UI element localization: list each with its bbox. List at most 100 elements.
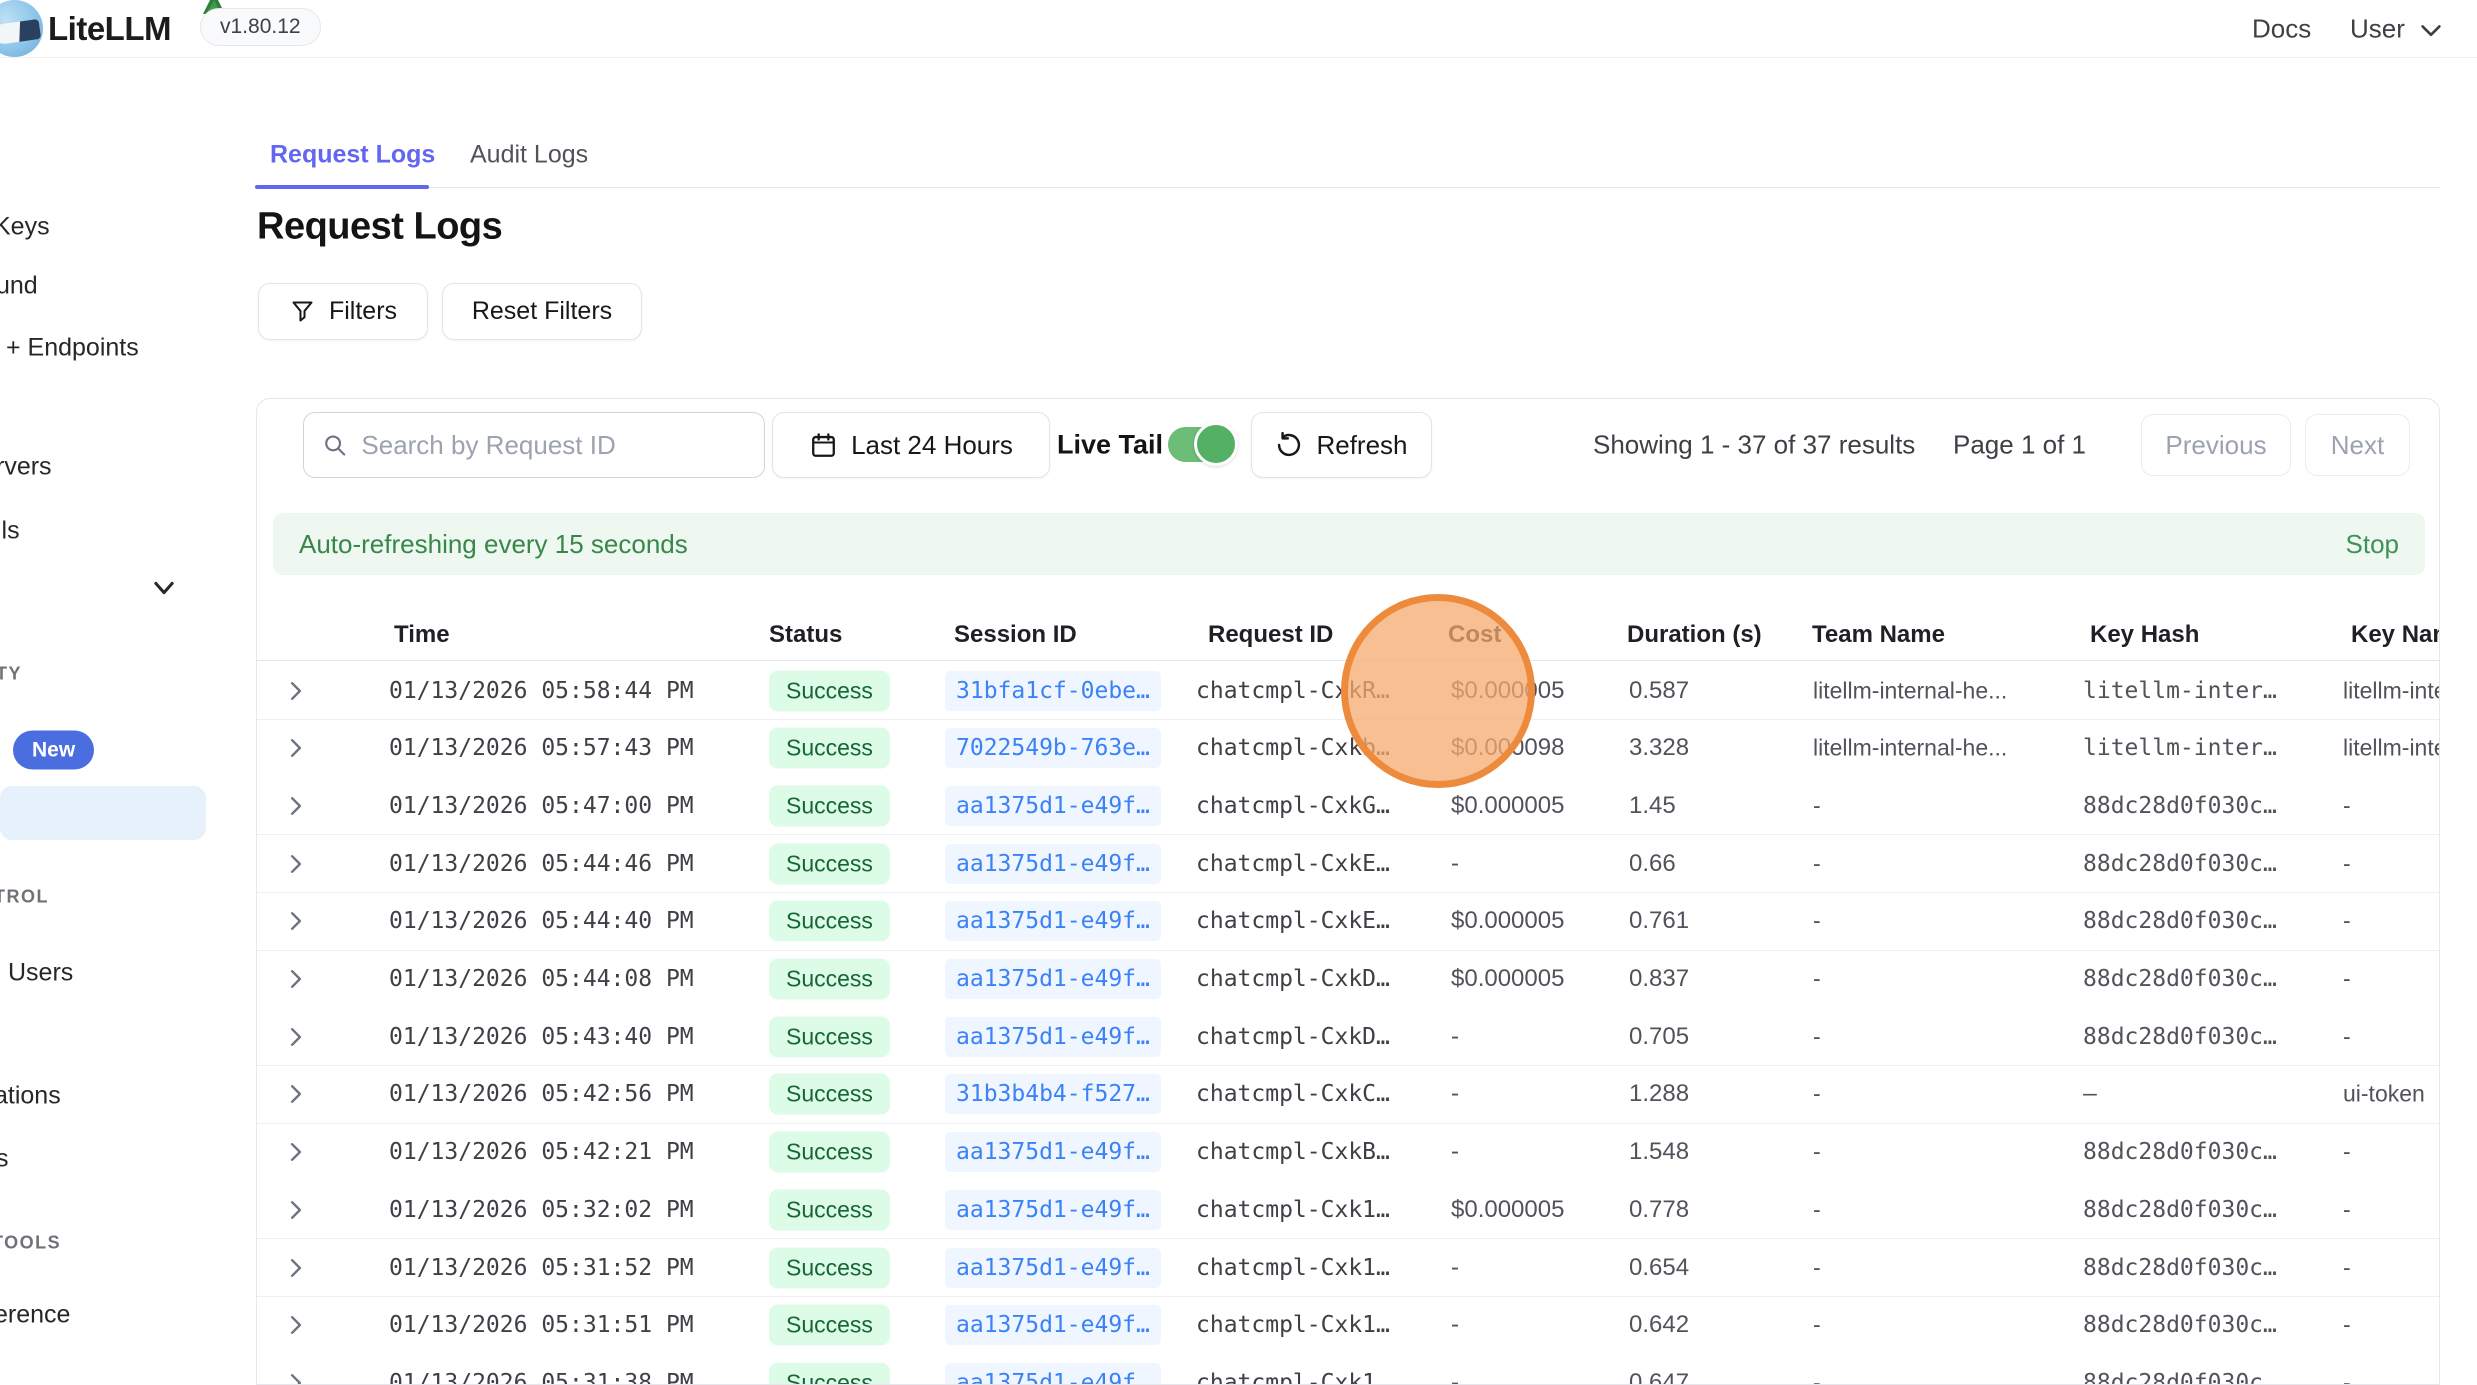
next-page-button[interactable]: Next: [2305, 414, 2410, 476]
session-id-value[interactable]: 31b3b4b4-f527…: [945, 1074, 1161, 1114]
status-badge: Success: [769, 959, 890, 1000]
session-id-link[interactable]: aa1375d1-e49f…: [945, 901, 1161, 941]
cell-key-name: -: [2343, 1369, 2351, 1385]
cell-time: 01/13/2026 05:58:44 PM: [389, 678, 694, 704]
table-row: 01/13/2026 05:32:02 PMSuccessaa1375d1-e4…: [257, 1181, 2440, 1239]
sidebar-item-organizations[interactable]: ations: [0, 1082, 61, 1111]
refresh-button[interactable]: Refresh: [1251, 412, 1432, 478]
session-id-value[interactable]: aa1375d1-e49f…: [945, 786, 1161, 826]
row-expand-chevron-icon[interactable]: [285, 966, 307, 992]
row-expand-chevron-icon[interactable]: [285, 1312, 307, 1338]
cell-team: litellm-internal-he...: [1813, 735, 2007, 762]
table-row: 01/13/2026 05:43:40 PMSuccessaa1375d1-e4…: [257, 1008, 2440, 1066]
session-id-link[interactable]: aa1375d1-e49f…: [945, 1363, 1161, 1385]
session-id-value[interactable]: aa1375d1-e49f…: [945, 1132, 1161, 1172]
session-id-link[interactable]: aa1375d1-e49f…: [945, 1017, 1161, 1057]
auto-refresh-banner: Auto-refreshing every 15 seconds Stop: [273, 513, 2425, 575]
stop-auto-refresh-link[interactable]: Stop: [2346, 529, 2400, 560]
sidebar-item-reference[interactable]: erence: [0, 1301, 70, 1330]
sidebar-item-guardrails[interactable]: ils: [0, 517, 20, 546]
cell-key-hash: 88dc28d0f030c…: [2083, 1370, 2277, 1385]
reset-filters-label: Reset Filters: [472, 297, 612, 326]
cell-request: chatcmpl-Cxk1…: [1196, 1197, 1390, 1223]
session-id-link[interactable]: aa1375d1-e49f…: [945, 1248, 1161, 1288]
cell-team: -: [1813, 966, 1821, 993]
row-expand-chevron-icon[interactable]: [285, 1370, 307, 1385]
search-icon: [322, 431, 347, 459]
tab-audit-logs[interactable]: Audit Logs: [470, 141, 588, 170]
status-badge: Success: [769, 1189, 890, 1230]
row-expand-chevron-icon[interactable]: [285, 1081, 307, 1107]
session-id-link[interactable]: aa1375d1-e49f…: [945, 1132, 1161, 1172]
session-id-value[interactable]: aa1375d1-e49f…: [945, 901, 1161, 941]
cell-request: chatcmpl-CxkR…: [1196, 678, 1390, 704]
row-expand-chevron-icon[interactable]: [285, 908, 307, 934]
row-expand-chevron-icon[interactable]: [285, 678, 307, 704]
row-expand-chevron-icon[interactable]: [285, 1024, 307, 1050]
cell-key-name: -: [2343, 1023, 2351, 1050]
sidebar-item-endpoints[interactable]: + Endpoints: [6, 334, 139, 363]
row-expand-chevron-icon[interactable]: [285, 735, 307, 761]
status-badge-label: Success: [769, 1074, 890, 1115]
filters-button[interactable]: Filters: [258, 283, 428, 340]
litellm-logo-icon: [0, 0, 43, 57]
refresh-icon: [1275, 431, 1303, 459]
table-row: 01/13/2026 05:57:43 PMSuccess7022549b-76…: [257, 720, 2440, 778]
session-id-value[interactable]: aa1375d1-e49f…: [945, 844, 1161, 884]
live-tail-toggle[interactable]: [1168, 427, 1235, 462]
session-id-value[interactable]: aa1375d1-e49f…: [945, 959, 1161, 999]
sidebar-item-servers[interactable]: rvers: [0, 453, 52, 482]
session-id-value[interactable]: 7022549b-763e…: [945, 728, 1161, 768]
tab-request-logs[interactable]: Request Logs: [270, 141, 435, 170]
session-id-link[interactable]: aa1375d1-e49f…: [945, 1305, 1161, 1345]
session-id-link[interactable]: 31b3b4b4-f527…: [945, 1074, 1161, 1114]
cell-key-hash: 88dc28d0f030c…: [2083, 908, 2277, 934]
new-badge[interactable]: New: [13, 731, 94, 770]
session-id-value[interactable]: aa1375d1-e49f…: [945, 1363, 1161, 1385]
sidebar-item-playground[interactable]: und: [0, 272, 38, 301]
version-badge: v1.80.12: [200, 8, 321, 46]
session-id-link[interactable]: aa1375d1-e49f…: [945, 844, 1161, 884]
row-expand-chevron-icon[interactable]: [285, 851, 307, 877]
session-id-link[interactable]: 7022549b-763e…: [945, 728, 1161, 768]
tabs-divider: [256, 187, 2440, 188]
session-id-value[interactable]: aa1375d1-e49f…: [945, 1190, 1161, 1230]
sidebar-item-keys[interactable]: Keys: [0, 213, 50, 242]
search-input[interactable]: [361, 430, 746, 461]
session-id-link[interactable]: aa1375d1-e49f…: [945, 959, 1161, 999]
sidebar-item-active-highlight[interactable]: [0, 786, 206, 840]
row-expand-chevron-icon[interactable]: [285, 1197, 307, 1223]
session-id-value[interactable]: aa1375d1-e49f…: [945, 1248, 1161, 1288]
session-id-value[interactable]: 31bfa1cf-0ebe…: [945, 671, 1161, 711]
chevron-down-icon[interactable]: [2416, 18, 2446, 42]
session-id-value[interactable]: aa1375d1-e49f…: [945, 1305, 1161, 1345]
cell-request: chatcmpl-CxkG…: [1196, 793, 1390, 819]
status-badge-label: Success: [769, 1189, 890, 1230]
sidebar-item-teams[interactable]: s: [0, 1145, 9, 1174]
status-badge-label: Success: [769, 1305, 890, 1346]
row-expand-chevron-icon[interactable]: [285, 793, 307, 819]
session-id-link[interactable]: 31bfa1cf-0ebe…: [945, 671, 1161, 711]
row-expand-chevron-icon[interactable]: [285, 1139, 307, 1165]
status-badge: Success: [769, 1305, 890, 1346]
time-range-button[interactable]: Last 24 Hours: [772, 412, 1050, 478]
chevron-down-icon[interactable]: [150, 576, 178, 600]
filter-funnel-icon: [289, 298, 316, 325]
status-badge-label: Success: [769, 1362, 890, 1385]
cell-request: chatcmpl-CxkB…: [1196, 1139, 1390, 1165]
docs-link[interactable]: Docs: [2252, 14, 2311, 45]
user-menu[interactable]: User: [2350, 14, 2405, 45]
session-id-link[interactable]: aa1375d1-e49f…: [945, 1190, 1161, 1230]
cell-time: 01/13/2026 05:42:56 PM: [389, 1081, 694, 1107]
cell-key-name: -: [2343, 966, 2351, 993]
cell-duration: 0.654: [1629, 1254, 1689, 1282]
row-expand-chevron-icon[interactable]: [285, 1255, 307, 1281]
column-header-status: Status: [769, 621, 842, 649]
reset-filters-button[interactable]: Reset Filters: [442, 283, 642, 340]
cell-time: 01/13/2026 05:44:08 PM: [389, 966, 694, 992]
session-id-link[interactable]: aa1375d1-e49f…: [945, 786, 1161, 826]
previous-page-button[interactable]: Previous: [2141, 414, 2291, 476]
session-id-value[interactable]: aa1375d1-e49f…: [945, 1017, 1161, 1057]
sidebar-item-users[interactable]: Users: [8, 959, 73, 988]
cell-duration: 0.587: [1629, 677, 1689, 705]
